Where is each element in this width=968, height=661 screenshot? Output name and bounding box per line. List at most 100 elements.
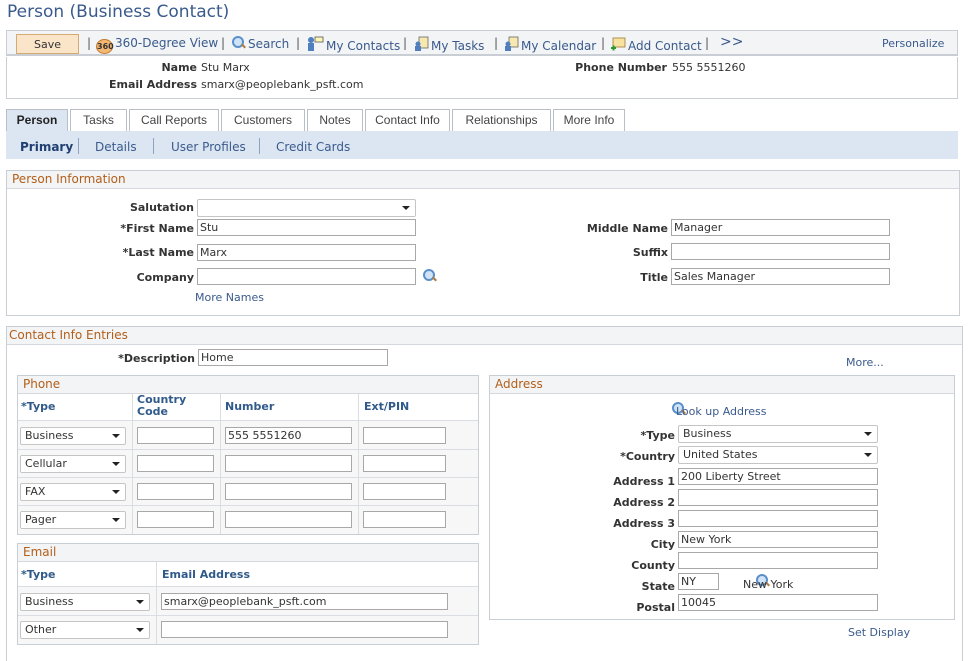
subnav-details[interactable]: Details [95,140,137,154]
search-icon [232,36,246,50]
email-label: Email Address [108,78,197,91]
tasks-icon [415,36,429,51]
toolbar-my-calendar[interactable]: My Calendar [503,36,596,53]
phone-row-1-country-code[interactable] [137,427,214,444]
postal-input[interactable]: 10045 [678,594,878,611]
set-display-link[interactable]: Set Display [848,626,910,639]
tab-more-info[interactable]: More Info [553,109,625,131]
email-row-1-address[interactable]: smarx@peoplebank_psft.com [161,593,448,610]
lookup-address-link[interactable]: Look up Address [676,405,767,418]
toolbar-separator: | [221,36,226,50]
address-type-label: *Type [640,429,675,442]
subnav-separator [78,138,79,154]
state-label: State [641,580,675,593]
phone-row-3-country-code[interactable] [137,483,214,500]
more-names-link[interactable]: More Names [195,291,264,304]
grid-divider [132,394,133,534]
grid-divider [18,615,478,616]
country-select[interactable]: United States [678,446,878,464]
tab-customers[interactable]: Customers [221,109,305,131]
phone-value: 555 5551260 [672,61,746,74]
more-link[interactable]: More... [846,356,884,369]
tab-person[interactable]: Person [6,109,68,132]
phone-row-3-type-select[interactable]: FAX [20,483,126,501]
subnav-separator [259,138,260,154]
personalize-link[interactable]: Personalize [882,37,944,50]
toolbar-my-contacts[interactable]: My Contacts [306,36,400,53]
phone-row-1-ext[interactable] [363,427,446,444]
email-row-2-type-select[interactable]: Other [20,621,150,639]
state-input[interactable]: NY [678,573,719,590]
description-input[interactable]: Home [198,349,388,366]
address-1-input[interactable]: 200 Liberty Street [678,468,878,485]
middle-name-label: Middle Name [586,222,668,235]
person-information-header: Person Information [7,171,959,189]
subnav-user-profiles[interactable]: User Profiles [171,140,246,154]
toolbar-search[interactable]: Search [232,36,289,51]
add-contact-icon [611,37,626,51]
contact-info-entries-header: Contact Info Entries [7,327,962,345]
middle-name-input[interactable]: Manager [671,219,890,236]
city-label: City [650,538,675,551]
city-input[interactable]: New York [678,531,878,548]
title-label: Title [640,271,668,284]
phone-col-type: *Type [21,400,56,413]
toolbar-360-degree-view[interactable]: 360360-Degree View [96,36,218,54]
address-3-input[interactable] [678,510,878,527]
first-name-label: *First Name [120,222,194,235]
tab-contact-info[interactable]: Contact Info [365,109,450,131]
phone-row-4-number[interactable] [225,511,352,528]
tab-call-reports[interactable]: Call Reports [129,109,219,131]
chevron-down-icon [402,206,410,210]
name-value: Stu Marx [201,61,250,74]
phone-row-4-ext[interactable] [363,511,446,528]
toolbar-add-contact[interactable]: Add Contact [610,36,702,53]
salutation-select[interactable] [197,199,416,217]
phone-row-1-number[interactable]: 555 5551260 [225,427,352,444]
tab-notes[interactable]: Notes [307,109,363,131]
phone-row-2-number[interactable] [225,455,352,472]
grid-divider [18,477,478,478]
chevron-down-icon [112,518,120,522]
last-name-input[interactable]: Marx [197,244,416,261]
phone-row-2-country-code[interactable] [137,455,214,472]
tab-relationships[interactable]: Relationships [452,109,551,131]
toolbar-separator: | [705,36,710,50]
suffix-label: Suffix [632,246,668,259]
first-name-input[interactable]: Stu [197,219,416,236]
subnav-primary[interactable]: Primary [20,140,73,154]
company-lookup-icon[interactable] [423,269,437,283]
address-1-label: Address 1 [613,475,675,488]
toolbar-more-button[interactable]: >> [720,34,743,50]
tab-tasks[interactable]: Tasks [70,109,127,131]
phone-col-ext: Ext/PIN [364,400,410,413]
phone-row-3-number[interactable] [225,483,352,500]
phone-row-2-ext[interactable] [363,455,446,472]
title-input[interactable]: Sales Manager [671,268,890,285]
phone-row-4-country-code[interactable] [137,511,214,528]
grid-divider [358,394,359,534]
address-type-select[interactable]: Business [678,425,878,443]
company-input[interactable] [197,268,416,285]
sub-navigation: Primary Details User Profiles Credit Car… [6,131,958,159]
save-button[interactable]: Save [16,34,79,54]
phone-row-3-ext[interactable] [363,483,446,500]
suffix-input[interactable] [671,243,890,260]
chevron-down-icon [112,434,120,438]
toolbar-separator: | [601,36,606,50]
phone-row-1-type-select[interactable]: Business [20,427,126,445]
toolbar-my-tasks[interactable]: My Tasks [413,36,484,53]
toolbar-separator: | [296,36,301,50]
county-input[interactable] [678,552,878,569]
phone-row-4-type-select[interactable]: Pager [20,511,126,529]
chevron-down-icon [864,453,872,457]
page-title: Person (Business Contact) [7,2,230,22]
address-2-input[interactable] [678,489,878,506]
country-label: *Country [620,450,675,463]
contacts-icon [308,36,324,51]
phone-row-2-type-select[interactable]: Cellular [20,455,126,473]
subnav-credit-cards[interactable]: Credit Cards [276,140,350,154]
email-row-1-type-select[interactable]: Business [20,593,150,611]
address-2-label: Address 2 [613,496,675,509]
email-row-2-address[interactable] [161,621,448,638]
